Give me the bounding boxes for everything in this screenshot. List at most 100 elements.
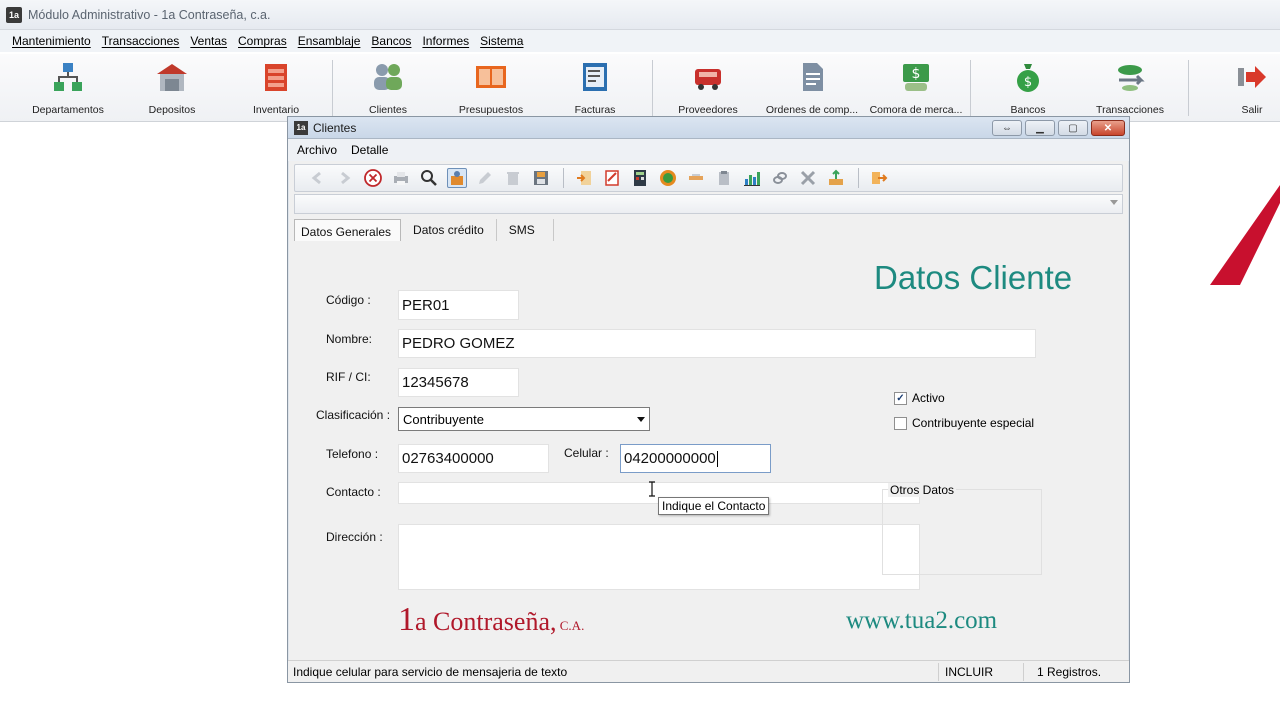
codigo-field[interactable]: PER01 <box>398 290 519 320</box>
transfer-icon <box>1113 60 1147 94</box>
telefono-label: Telefono : <box>326 447 379 461</box>
otros-datos-title: Otros Datos <box>888 483 957 497</box>
svg-text:$: $ <box>912 66 921 82</box>
codigo-label: Código : <box>326 293 371 307</box>
status-divider <box>938 663 939 681</box>
app-title: Módulo Administrativo - 1a Contraseña, c… <box>28 7 271 22</box>
org-chart-icon <box>51 60 85 94</box>
toolbar-separator <box>332 60 333 116</box>
tab-datos-credito[interactable]: Datos crédito <box>401 219 497 241</box>
maximize-icon[interactable]: ▢ <box>1058 120 1088 136</box>
status-bar: Indique celular para servicio de mensaje… <box>288 660 1129 682</box>
import-icon[interactable] <box>574 168 594 188</box>
window-titlebar[interactable]: 1a Clientes ⇔ ▁ ▢ ✕ <box>288 117 1129 139</box>
toolbar-inventario-button[interactable]: Inventario <box>248 60 304 120</box>
chevron-down-icon[interactable] <box>1110 200 1118 205</box>
toolbar-ordenes-button[interactable]: Ordenes de comp... <box>764 60 860 120</box>
menu-transacciones[interactable]: Transacciones <box>102 34 180 48</box>
nombre-field[interactable]: PEDRO GOMEZ <box>398 329 1036 358</box>
menu-compras[interactable]: Compras <box>238 34 287 48</box>
window-controls: ⇔ ▁ ▢ ✕ <box>992 120 1125 136</box>
checklist-icon[interactable] <box>602 168 622 188</box>
menu-mantenimiento[interactable]: Mantenimiento <box>12 34 91 48</box>
menu-informes[interactable]: Informes <box>422 34 469 48</box>
status-mode: INCLUIR <box>945 665 994 679</box>
money-bag-icon: $ <box>1011 60 1045 94</box>
close-icon[interactable]: ✕ <box>1091 120 1125 136</box>
minimize-icon[interactable]: ▁ <box>1025 120 1055 136</box>
exit-icon <box>1235 60 1269 94</box>
direccion-label: Dirección : <box>326 530 383 544</box>
document-icon <box>795 60 829 94</box>
clientes-window: 1a Clientes ⇔ ▁ ▢ ✕ Archivo Detalle Dato… <box>287 116 1130 683</box>
edit-icon[interactable] <box>475 168 495 188</box>
rif-field[interactable]: 12345678 <box>398 368 519 397</box>
new-record-icon[interactable] <box>447 168 467 188</box>
exit-icon[interactable] <box>869 168 889 188</box>
book-icon <box>474 60 508 94</box>
window-logo-icon: 1a <box>294 120 308 135</box>
activo-checkbox[interactable]: ✓ <box>894 391 907 405</box>
window-toolbar <box>294 164 1123 192</box>
toolbar-presupuestos-button[interactable]: Presupuestos <box>458 60 524 120</box>
menu-ventas[interactable]: Ventas <box>190 34 227 48</box>
direccion-field[interactable] <box>398 524 920 590</box>
tools-icon[interactable] <box>798 168 818 188</box>
toolbar-separator <box>1188 60 1189 116</box>
toolbar-transacciones-button[interactable]: Transacciones <box>1094 60 1166 120</box>
menu-detalle[interactable]: Detalle <box>351 143 388 157</box>
activo-checkbox-row[interactable]: ✓ Activo <box>894 391 945 405</box>
cancel-icon[interactable] <box>363 168 383 188</box>
toolbar-proveedores-button[interactable]: Proveedores <box>676 60 740 120</box>
telefono-field[interactable]: 02763400000 <box>398 444 549 473</box>
globe-icon[interactable] <box>658 168 678 188</box>
rif-label: RIF / CI: <box>326 370 371 384</box>
contribuyente-especial-checkbox[interactable] <box>894 416 907 430</box>
save-icon[interactable] <box>531 168 551 188</box>
calculator-icon[interactable] <box>630 168 650 188</box>
print-icon[interactable] <box>391 168 411 188</box>
toolbar-depositos-button[interactable]: Depositos <box>144 60 200 120</box>
users-icon <box>371 60 405 94</box>
tab-strip: Datos Generales Datos crédito SMS <box>294 219 554 241</box>
tab-sms[interactable]: SMS <box>497 219 554 241</box>
toolbar-facturas-button[interactable]: Facturas <box>572 60 618 120</box>
filter-bar[interactable] <box>294 194 1123 214</box>
toolbar-compra-mercancia-button[interactable]: $ Comora de merca... <box>868 60 964 120</box>
contacto-label: Contacto : <box>326 485 381 499</box>
bar-chart-icon[interactable] <box>742 168 762 188</box>
status-message: Indique celular para servicio de mensaje… <box>293 665 568 679</box>
toolbar-bancos-button[interactable]: $ Bancos <box>1006 60 1050 120</box>
search-icon[interactable] <box>419 168 439 188</box>
toolbar-separator <box>970 60 971 116</box>
toolbar-departamentos-button[interactable]: Departamentos <box>30 60 106 120</box>
contribuyente-especial-checkbox-row[interactable]: Contribuyente especial <box>894 416 1034 430</box>
upload-icon[interactable] <box>826 168 846 188</box>
chevron-down-icon[interactable] <box>637 417 645 422</box>
toolbar-clientes-button[interactable]: Clientes <box>362 60 414 120</box>
tab-datos-generales[interactable]: Datos Generales <box>294 219 402 241</box>
menu-bancos[interactable]: Bancos <box>371 34 411 48</box>
clasificacion-select[interactable]: Contribuyente <box>398 407 650 431</box>
clipboard-icon[interactable] <box>714 168 734 188</box>
chain-icon[interactable] <box>770 168 790 188</box>
arrow-right-icon[interactable] <box>335 168 355 188</box>
menu-ensamblaje[interactable]: Ensamblaje <box>298 34 361 48</box>
app-titlebar: 1a Módulo Administrativo - 1a Contraseña… <box>0 0 1280 30</box>
status-records: 1 Registros. <box>1037 665 1102 679</box>
toolbar-separator <box>652 60 653 116</box>
delete-icon[interactable] <box>503 168 523 188</box>
menu-sistema[interactable]: Sistema <box>480 34 523 48</box>
tab-panel-datos-generales: Datos Cliente Código : PER01 Nombre: PED… <box>292 241 1125 657</box>
restore-icon[interactable]: ⇔ <box>992 120 1022 136</box>
brand-decoration <box>1210 185 1280 285</box>
brand-logo: 1a Contraseña, C.A. <box>398 601 585 638</box>
celular-field[interactable]: 04200000000 <box>620 444 771 473</box>
menu-archivo[interactable]: Archivo <box>297 143 337 157</box>
otros-datos-group <box>882 489 1042 575</box>
link-icon[interactable] <box>686 168 706 188</box>
main-toolbar: Departamentos Depositos Inventario Clien… <box>0 54 1280 122</box>
status-divider <box>1023 663 1024 681</box>
arrow-left-icon[interactable] <box>307 168 327 188</box>
toolbar-salir-button[interactable]: Salir <box>1234 60 1270 120</box>
